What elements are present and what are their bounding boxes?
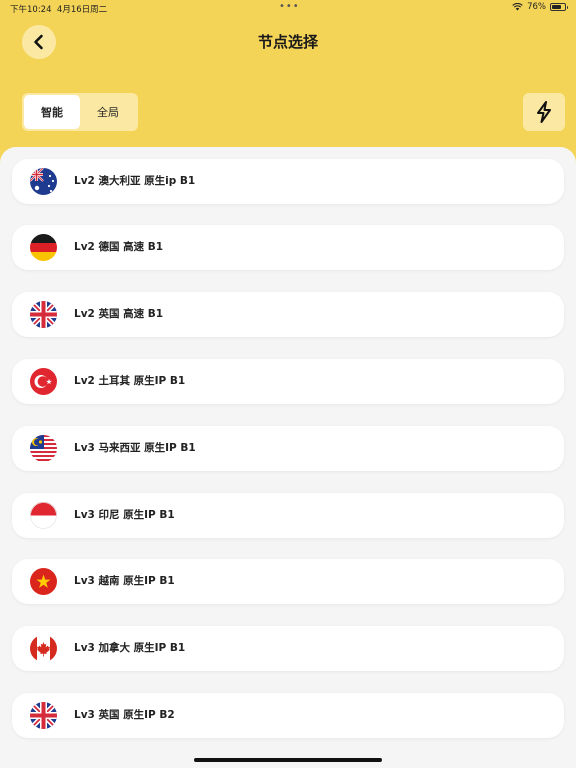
node-label: Lv2 土耳其 原生IP B1 bbox=[74, 375, 186, 387]
turkey-flag-icon bbox=[30, 368, 57, 395]
status-indicators: 76% bbox=[512, 2, 568, 12]
node-label: Lv2 澳大利亚 原生ip B1 bbox=[74, 175, 196, 187]
node-item[interactable]: Lv3 越南 原生IP B1 bbox=[12, 559, 564, 604]
node-label: Lv3 马来西亚 原生IP B1 bbox=[74, 442, 196, 454]
node-label: Lv3 越南 原生IP B1 bbox=[74, 575, 175, 587]
node-item[interactable]: Lv3 印尼 原生IP B1 bbox=[12, 493, 564, 538]
home-indicator[interactable] bbox=[194, 758, 382, 762]
lightning-icon bbox=[537, 101, 551, 123]
mode-segmented-control: 智能 全局 bbox=[22, 93, 138, 131]
status-date: 4月16日周二 bbox=[56, 5, 108, 15]
node-item[interactable]: Lv2 德国 高速 B1 bbox=[12, 225, 564, 270]
node-label: Lv2 德国 高速 B1 bbox=[74, 241, 164, 253]
node-item[interactable]: Lv2 澳大利亚 原生ip B1 bbox=[12, 159, 564, 204]
germany-flag-icon bbox=[30, 234, 57, 261]
speed-test-button[interactable] bbox=[523, 93, 565, 131]
node-item[interactable]: Lv2 土耳其 原生IP B1 bbox=[12, 359, 564, 404]
status-clock: 下午10:24 bbox=[10, 5, 52, 15]
node-label: Lv3 英国 原生IP B2 bbox=[74, 709, 175, 721]
battery-fill bbox=[552, 5, 562, 9]
node-label: Lv2 英国 高速 B1 bbox=[74, 308, 164, 320]
battery-icon bbox=[550, 3, 568, 11]
multitasking-dots-icon[interactable]: ••• bbox=[279, 1, 300, 12]
battery-percent: 76% bbox=[527, 2, 546, 12]
tab-global[interactable]: 全局 bbox=[80, 95, 136, 129]
indonesia-flag-icon bbox=[30, 502, 57, 529]
page-title: 节点选择 bbox=[257, 33, 318, 51]
canada-flag-icon bbox=[30, 635, 57, 662]
node-item[interactable]: Lv3 马来西亚 原生IP B1 bbox=[12, 426, 564, 471]
node-item[interactable]: Lv3 加拿大 原生IP B1 bbox=[12, 626, 564, 671]
wifi-icon bbox=[512, 3, 523, 11]
node-item[interactable]: Lv3 英国 原生IP B2 bbox=[12, 693, 564, 738]
uk-flag-icon bbox=[30, 301, 57, 328]
node-label: Lv3 印尼 原生IP B1 bbox=[74, 509, 175, 521]
vietnam-flag-icon bbox=[30, 568, 57, 595]
malaysia-flag-icon bbox=[30, 435, 57, 462]
node-label: Lv3 加拿大 原生IP B1 bbox=[74, 642, 186, 654]
status-bar: 下午10:24 4月16日周二 ••• 76% bbox=[0, 0, 576, 16]
status-time: 下午10:24 4月16日周二 bbox=[10, 3, 107, 15]
node-list-panel: Lv2 澳大利亚 原生ip B1 Lv2 德国 高速 B1 Lv2 英国 高速 … bbox=[0, 147, 576, 768]
tab-smart[interactable]: 智能 bbox=[24, 95, 80, 129]
australia-flag-icon bbox=[30, 168, 57, 195]
uk-flag-icon bbox=[30, 702, 57, 729]
node-item[interactable]: Lv2 英国 高速 B1 bbox=[12, 292, 564, 337]
